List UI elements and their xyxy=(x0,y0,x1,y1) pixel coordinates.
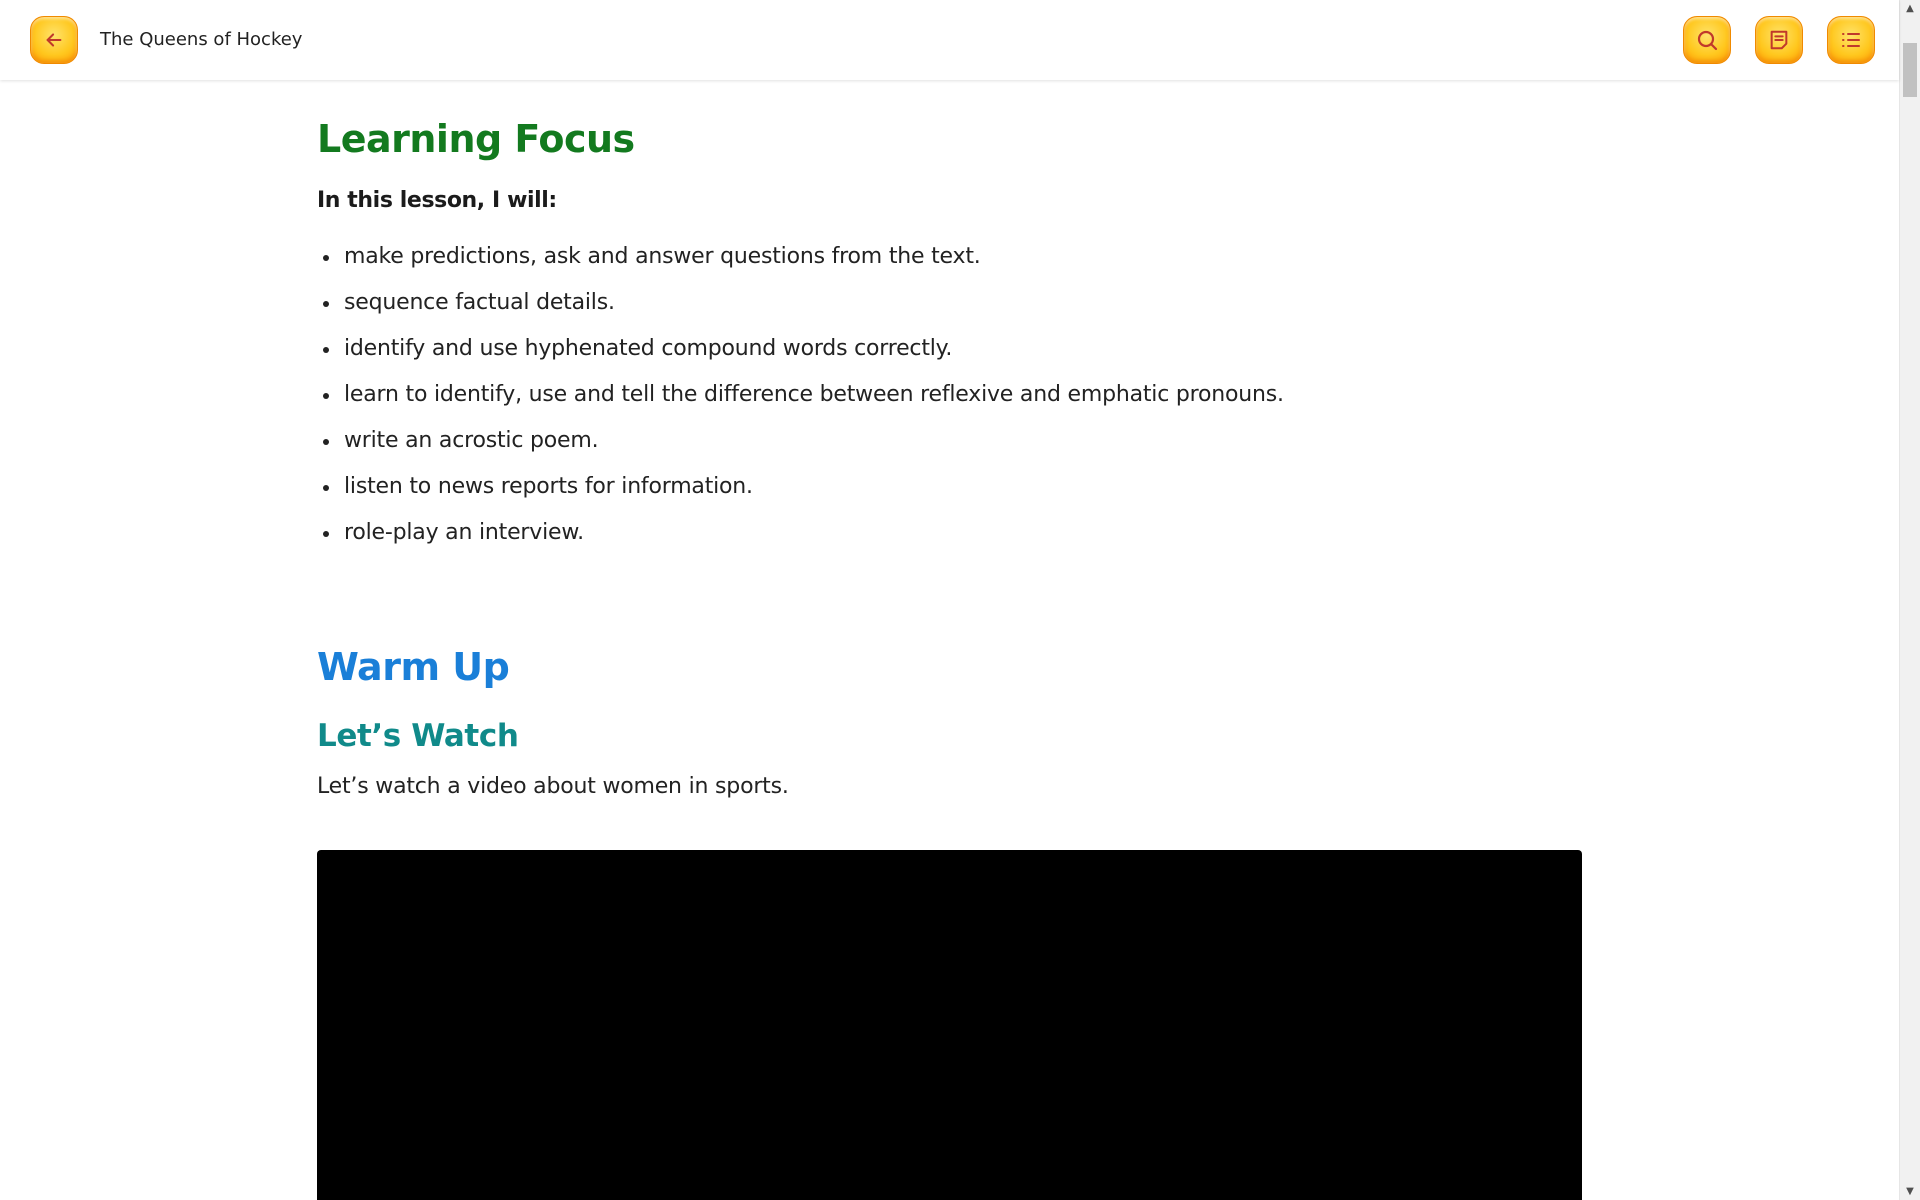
lesson-content: Learning Focus In this lesson, I will: m… xyxy=(317,80,1582,1200)
list-icon xyxy=(1839,28,1863,52)
search-icon xyxy=(1695,28,1719,52)
page-title: The Queens of Hockey xyxy=(100,29,303,50)
scroll-up-arrow-icon[interactable]: ▲ xyxy=(1900,0,1920,17)
arrow-left-icon xyxy=(43,29,65,51)
lets-watch-text: Let’s watch a video about women in sport… xyxy=(317,774,789,799)
list-item: write an acrostic poem. xyxy=(323,426,1582,472)
list-item: identify and use hyphenated compound wor… xyxy=(323,334,1582,380)
list-item: make predictions, ask and answer questio… xyxy=(323,242,1582,288)
notes-icon xyxy=(1768,29,1790,51)
learning-focus-intro: In this lesson, I will: xyxy=(317,188,557,213)
list-item: role-play an interview. xyxy=(323,518,1582,564)
list-item: sequence factual details. xyxy=(323,288,1582,334)
video-player[interactable] xyxy=(317,850,1582,1200)
warm-up-heading: Warm Up xyxy=(317,645,510,689)
search-button[interactable] xyxy=(1683,16,1731,64)
learning-goals-list: make predictions, ask and answer questio… xyxy=(317,242,1582,564)
top-bar: The Queens of Hockey xyxy=(0,0,1899,80)
table-of-contents-button[interactable] xyxy=(1827,16,1875,64)
lets-watch-heading: Let’s Watch xyxy=(317,718,519,754)
notes-button[interactable] xyxy=(1755,16,1803,64)
list-item: learn to identify, use and tell the diff… xyxy=(323,380,1582,426)
scroll-down-arrow-icon[interactable]: ▼ xyxy=(1900,1183,1920,1200)
page: The Queens of Hockey Learning Focus In t… xyxy=(0,0,1920,1200)
back-button[interactable] xyxy=(30,16,78,64)
vertical-scrollbar[interactable]: ▲ ▼ xyxy=(1899,0,1920,1200)
list-item: listen to news reports for information. xyxy=(323,472,1582,518)
learning-focus-heading: Learning Focus xyxy=(317,117,635,161)
scrollbar-thumb[interactable] xyxy=(1903,43,1917,97)
